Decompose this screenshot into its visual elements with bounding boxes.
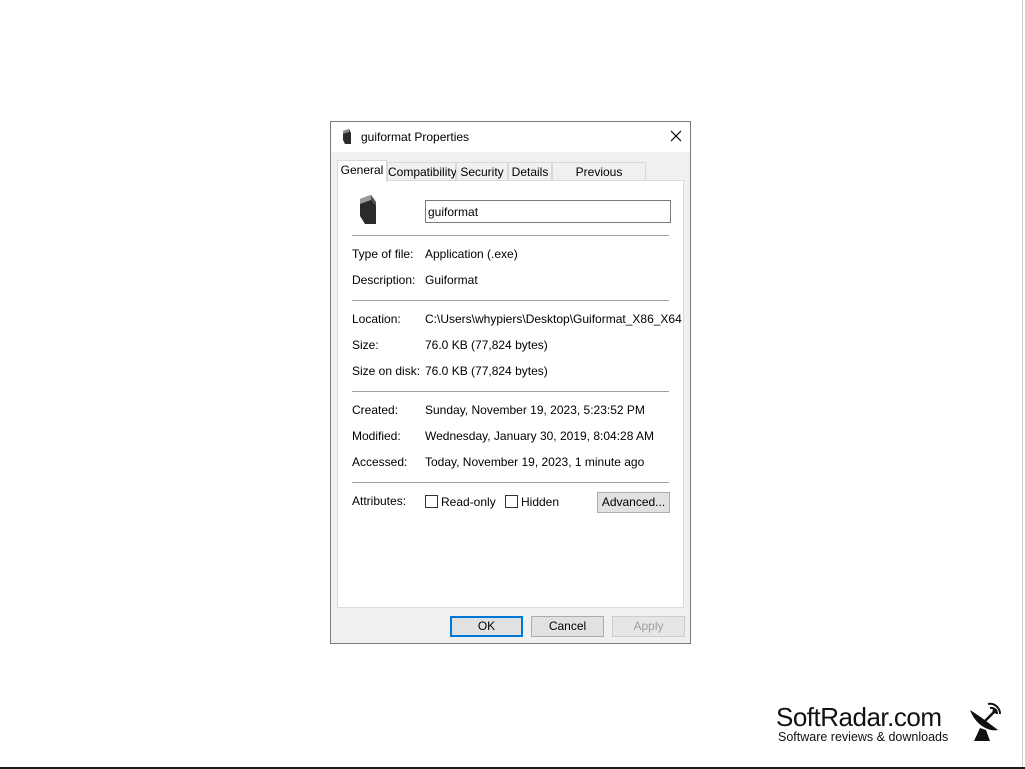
apply-button[interactable]: Apply [612, 616, 685, 637]
created-value: Sunday, November 19, 2023, 5:23:52 PM [425, 403, 645, 417]
properties-dialog: guiformat Properties General Compatibili… [330, 121, 691, 644]
type-of-file-label: Type of file: [352, 247, 414, 261]
screen: guiformat Properties General Compatibili… [0, 0, 1025, 769]
description-value: Guiformat [425, 273, 478, 287]
size-value: 76.0 KB (77,824 bytes) [425, 338, 548, 352]
separator [352, 300, 669, 301]
checkbox-box[interactable] [425, 495, 438, 509]
size-on-disk-value: 76.0 KB (77,824 bytes) [425, 364, 548, 378]
hidden-label: Hidden [521, 494, 560, 509]
modified-label: Modified: [352, 429, 401, 443]
location-value: C:\Users\whypiers\Desktop\Guiformat_X86_… [425, 312, 682, 326]
attributes-label: Attributes: [352, 494, 407, 508]
file-name-input[interactable] [425, 200, 671, 223]
separator [352, 235, 669, 236]
location-label: Location: [352, 312, 401, 326]
close-icon [670, 130, 682, 142]
usb-drive-icon [358, 194, 378, 224]
hidden-checkbox[interactable]: Hidden [505, 494, 559, 510]
description-label: Description: [352, 273, 416, 287]
satellite-dish-icon [966, 700, 1002, 742]
separator [352, 482, 669, 483]
tab-security[interactable]: Security [456, 162, 508, 181]
accessed-label: Accessed: [352, 455, 408, 469]
tab-details[interactable]: Details [508, 162, 552, 181]
accessed-value: Today, November 19, 2023, 1 minute ago [425, 455, 645, 469]
modified-value: Wednesday, January 30, 2019, 8:04:28 AM [425, 429, 655, 443]
size-label: Size: [352, 338, 379, 352]
window-title: guiformat Properties [361, 130, 470, 144]
watermark-title: SoftRadar.com [776, 702, 942, 732]
size-on-disk-label: Size on disk: [352, 364, 421, 378]
usb-drive-icon [342, 129, 352, 144]
checkbox-box[interactable] [505, 495, 518, 509]
tab-compatibility[interactable]: Compatibility [387, 162, 457, 181]
ok-button[interactable]: OK [450, 616, 523, 637]
tab-previous-versions[interactable]: Previous Versions [552, 162, 646, 197]
edge-line [1022, 0, 1023, 767]
created-label: Created: [352, 403, 399, 417]
watermark-subtitle: Software reviews & downloads [778, 730, 949, 744]
close-button[interactable] [662, 122, 690, 152]
tab-general[interactable]: General [337, 160, 387, 182]
advanced-button[interactable]: Advanced... [597, 492, 670, 513]
cancel-button[interactable]: Cancel [531, 616, 604, 637]
read-only-label: Read-only [441, 494, 496, 509]
general-tab-page: Type of file: Application (.exe) Descrip… [337, 180, 684, 608]
read-only-checkbox[interactable]: Read-only [425, 494, 496, 510]
title-bar[interactable]: guiformat Properties [331, 122, 690, 152]
type-of-file-value: Application (.exe) [425, 247, 518, 261]
separator [352, 391, 669, 392]
